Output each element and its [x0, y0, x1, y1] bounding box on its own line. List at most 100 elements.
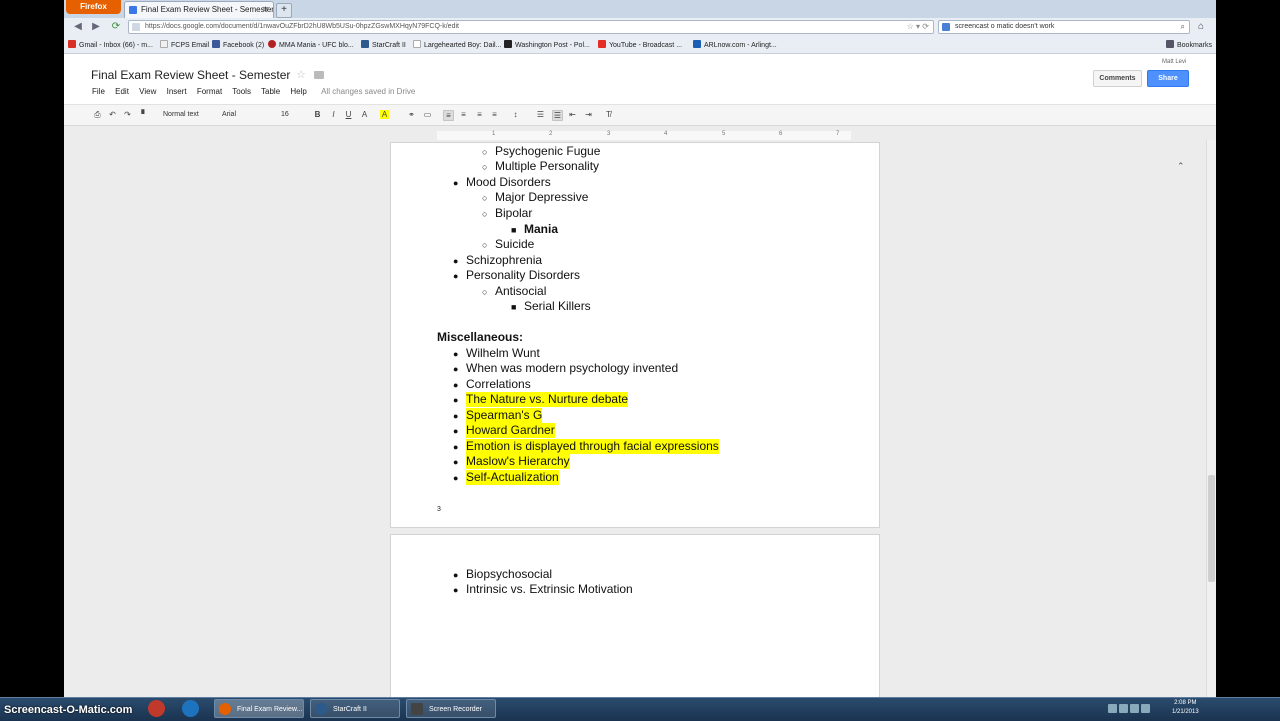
mma-icon — [268, 40, 276, 48]
refresh-icon[interactable]: ⟳ — [110, 21, 122, 33]
bookmark-item[interactable]: YouTube - Broadcast ... — [598, 40, 682, 49]
bold-icon[interactable]: B — [313, 110, 322, 119]
system-clock[interactable]: 2:08 PM 1/21/2013 — [1172, 699, 1199, 717]
system-tray[interactable] — [1108, 700, 1168, 718]
new-tab-button[interactable]: + — [276, 3, 292, 18]
bookmark-item[interactable]: FCPS Email — [160, 40, 209, 49]
docs-app: Final Exam Review Sheet - Semester ☆ Mat… — [64, 54, 1216, 697]
bulleted-list-icon[interactable]: ☰ — [552, 110, 563, 121]
increase-indent-icon[interactable]: ⇥ — [584, 110, 593, 119]
document-page[interactable]: ○ Psychogenic Fugue ○ Multiple Personali… — [390, 142, 880, 528]
back-arrow-icon[interactable]: ◀ — [72, 21, 84, 33]
list-item-highlighted: Emotion is displayed through facial expr… — [466, 439, 719, 454]
folder-icon[interactable] — [314, 71, 324, 79]
document-title[interactable]: Final Exam Review Sheet - Semester — [91, 68, 290, 82]
star-icon[interactable]: ☆ — [296, 68, 306, 81]
font-select[interactable]: Arial — [222, 109, 236, 121]
taskbar-item-starcraft[interactable]: StarCraft II — [310, 699, 400, 718]
page-icon — [413, 40, 421, 48]
menu-table[interactable]: Table — [261, 87, 280, 96]
forward-arrow-icon[interactable]: ▶ — [90, 21, 102, 33]
bullet-disc: ● — [453, 364, 459, 374]
volume-icon[interactable] — [1141, 704, 1150, 713]
redo-icon[interactable]: ↷ — [123, 110, 132, 119]
document-page[interactable]: ● Biopsychosocial ● Intrinsic vs. Extrin… — [390, 534, 880, 697]
underline-icon[interactable]: U — [344, 110, 353, 119]
diablo-icon[interactable] — [148, 700, 165, 717]
bookmark-item[interactable]: StarCraft II — [361, 40, 406, 49]
collapse-toolbar-icon[interactable]: ⌃ — [1177, 161, 1185, 172]
style-select[interactable]: Normal text — [163, 109, 199, 121]
menu-edit[interactable]: Edit — [115, 87, 129, 96]
facebook-icon — [212, 40, 220, 48]
menu-format[interactable]: Format — [197, 87, 222, 96]
italic-icon[interactable]: I — [329, 110, 338, 119]
menu-view[interactable]: View — [139, 87, 156, 96]
bullet-disc: ● — [453, 442, 459, 452]
undo-icon[interactable]: ↶ — [108, 110, 117, 119]
share-button[interactable]: Share — [1147, 70, 1189, 87]
clear-formatting-icon[interactable]: T̸ — [604, 110, 613, 119]
tray-icon[interactable] — [1108, 704, 1117, 713]
vertical-scrollbar[interactable] — [1206, 140, 1216, 697]
bullet-circle: ○ — [482, 209, 488, 219]
search-bar[interactable]: screencast o matic doesn't work ⌕ — [938, 20, 1190, 34]
bullet-disc: ● — [453, 256, 459, 266]
menu-file[interactable]: File — [92, 87, 105, 96]
comments-button[interactable]: Comments — [1093, 70, 1142, 87]
bookmark-star-icon[interactable]: ☆ ▾ ⟳ — [907, 21, 929, 33]
bookmark-item[interactable]: Gmail - Inbox (66) - m... — [68, 40, 153, 49]
list-item-highlighted: Spearman's G — [466, 408, 543, 423]
link-icon[interactable]: ⚭ — [407, 110, 416, 119]
paint-format-icon[interactable]: ▘ — [140, 110, 149, 119]
list-item: Wilhelm Wunt — [466, 346, 540, 360]
align-justify-icon[interactable]: ≡ — [490, 110, 499, 119]
tab-docs[interactable]: Final Exam Review Sheet - Semester - Go.… — [124, 1, 274, 18]
highlight-color-icon[interactable]: A — [380, 110, 389, 119]
site-identity-icon[interactable] — [132, 23, 140, 31]
starcraft-icon — [361, 40, 369, 48]
menu-insert[interactable]: Insert — [167, 87, 187, 96]
numbered-list-icon[interactable]: ☰ — [536, 110, 545, 119]
tray-icon[interactable] — [1119, 704, 1128, 713]
tab-title: Final Exam Review Sheet - Semester - Go.… — [141, 5, 274, 14]
comment-icon[interactable]: ▭ — [423, 110, 432, 119]
taskbar-item-screen-recorder[interactable]: Screen Recorder — [406, 699, 496, 718]
google-search-icon[interactable] — [942, 23, 950, 31]
search-icon[interactable]: ⌕ — [1181, 21, 1185, 33]
font-size-select[interactable]: 16 — [281, 109, 289, 121]
bookmarks-bar: Gmail - Inbox (66) - m... FCPS Email Fac… — [64, 37, 1216, 54]
firefox-menu-button[interactable]: Firefox — [66, 0, 121, 14]
list-item: Serial Killers — [524, 299, 591, 313]
bookmark-item[interactable]: Largehearted Boy: Dail... — [413, 40, 501, 49]
menu-help[interactable]: Help — [290, 87, 306, 96]
bullet-circle: ○ — [482, 193, 488, 203]
text-color-icon[interactable]: A — [360, 110, 369, 119]
tray-icon[interactable] — [1130, 704, 1139, 713]
ruler[interactable]: 1 2 3 4 5 6 7 — [437, 131, 851, 140]
close-tab-icon[interactable]: ✕ — [262, 2, 269, 18]
bookmarks-menu[interactable]: Bookmarks — [1166, 40, 1212, 49]
list-item: Personality Disorders — [466, 268, 581, 282]
bookmark-item[interactable]: Washington Post - Pol... — [504, 40, 590, 49]
internet-explorer-icon[interactable] — [182, 700, 199, 717]
list-item: Psychogenic Fugue — [495, 144, 601, 158]
screen-border-right — [1216, 0, 1280, 697]
bookmark-item[interactable]: ARLnow.com - Arlingt... — [693, 40, 777, 49]
bookmark-item[interactable]: Facebook (2) — [212, 40, 264, 49]
list-item: Schizophrenia — [466, 253, 543, 267]
home-icon[interactable]: ⌂ — [1198, 21, 1204, 32]
taskbar-item-firefox[interactable]: Final Exam Review... — [214, 699, 304, 718]
align-left-icon[interactable]: ≡ — [443, 110, 454, 121]
bookmark-item[interactable]: MMA Mania - UFC blo... — [268, 40, 354, 49]
align-right-icon[interactable]: ≡ — [475, 110, 484, 119]
print-icon[interactable]: ⎙ — [93, 110, 102, 119]
line-spacing-icon[interactable]: ↕ — [511, 110, 520, 119]
ruler-tick: 3 — [607, 131, 611, 137]
url-bar[interactable]: https://docs.google.com/document/d/1nwav… — [128, 20, 934, 34]
user-name[interactable]: Matt Levi — [1162, 59, 1186, 65]
decrease-indent-icon[interactable]: ⇤ — [568, 110, 577, 119]
scrollbar-thumb[interactable] — [1208, 475, 1215, 582]
align-center-icon[interactable]: ≡ — [459, 110, 468, 119]
menu-tools[interactable]: Tools — [232, 87, 251, 96]
